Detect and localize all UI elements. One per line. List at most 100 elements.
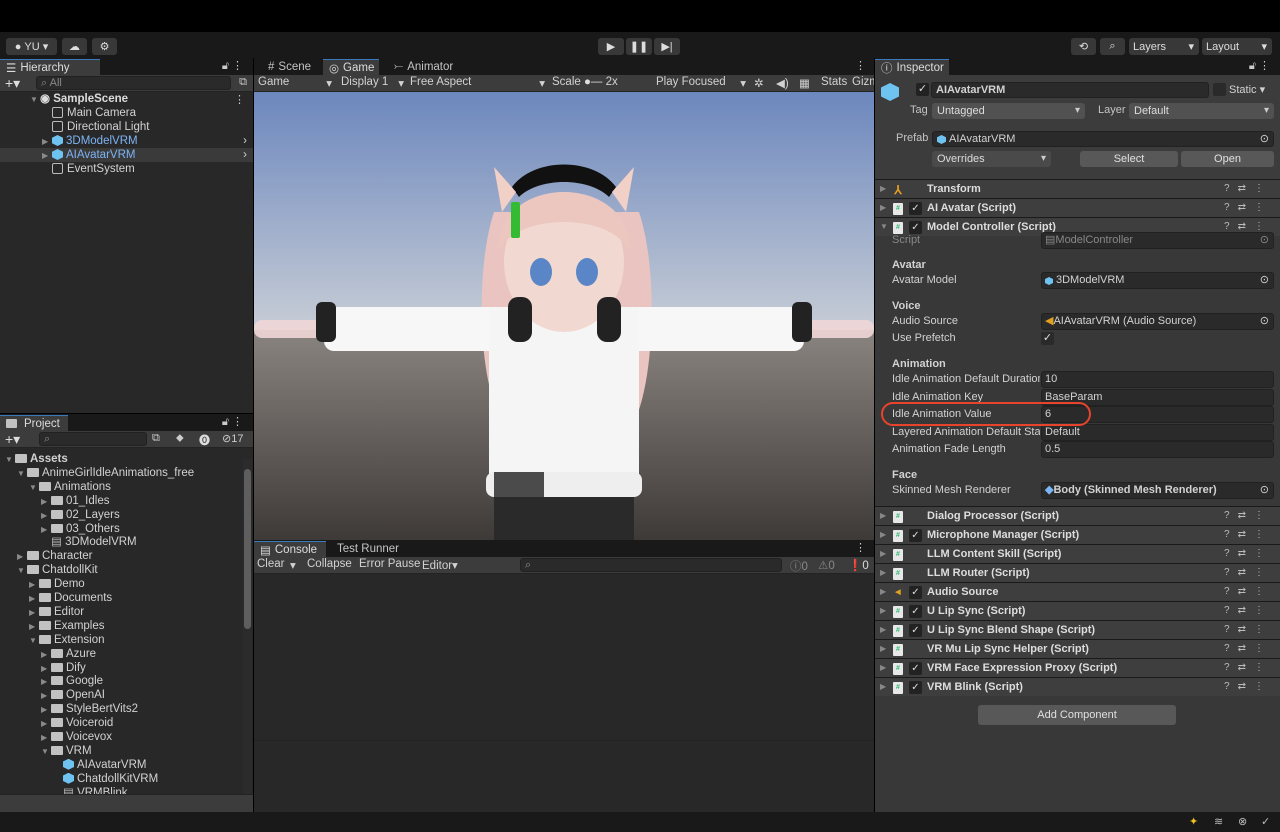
add-component-button[interactable]: Add Component [978, 705, 1176, 725]
component-header[interactable]: ▶ # ✓ AI Avatar (Script) ?⇄⋮ [875, 198, 1280, 217]
expand-arrow-icon[interactable]: ▶ [880, 199, 886, 217]
expand-arrow-icon[interactable]: ▶ [41, 717, 51, 731]
project-item[interactable]: ▶ Azure [41, 647, 96, 661]
warning-filter-toggle[interactable]: ⚠0 [818, 558, 835, 572]
step-button[interactable]: ▶| [654, 38, 680, 55]
panel-menu-icon[interactable]: 🔓︎ ⋮ [222, 415, 243, 429]
panel-menu-icon[interactable]: ⋮ [855, 541, 866, 554]
project-item[interactable]: ▼ VRM [41, 744, 92, 758]
component-tools[interactable]: ?⇄⋮ [1224, 621, 1272, 639]
cache-server-icon[interactable]: ≋ [1214, 815, 1223, 828]
tab-hierarchy[interactable]: ☰ Hierarchy [0, 59, 100, 75]
object-picker-icon[interactable]: ⊙ [1260, 233, 1269, 248]
expand-arrow-icon[interactable]: ▶ [42, 149, 52, 163]
project-item[interactable]: ▶ 03_Others [41, 522, 120, 536]
animation-field-input[interactable]: 10 [1041, 371, 1274, 388]
project-item[interactable]: ▶ Voiceroid [41, 716, 113, 730]
history-button[interactable]: ⟲ [1071, 38, 1096, 55]
slider-thumb[interactable]: ●— [584, 76, 602, 88]
hidden-packages-button[interactable]: ⊘17 [222, 432, 243, 445]
hierarchy-item[interactable]: ▶ AIAvatarVRM › [0, 148, 253, 162]
stats-button[interactable]: Stats [821, 76, 847, 88]
project-item[interactable]: ▤ 3DModelVRM [41, 535, 137, 549]
scrollbar-thumb[interactable] [244, 469, 251, 629]
expand-arrow-icon[interactable]: ▶ [41, 731, 51, 745]
expand-arrow-icon[interactable]: ▶ [41, 689, 51, 703]
expand-arrow-icon[interactable]: ▶ [41, 523, 51, 537]
component-tools[interactable]: ?⇄⋮ [1224, 564, 1272, 582]
project-item[interactable]: ▶ Documents [29, 591, 112, 605]
project-item[interactable]: ▶ Character [17, 549, 93, 563]
console-search-input[interactable]: ⌕ [520, 558, 782, 572]
play-mode-dropdown[interactable]: Play Focused ▾ [656, 76, 746, 90]
panel-menu-icon[interactable]: 🔓︎ ⋮ [1249, 59, 1270, 73]
component-tools[interactable]: ?⇄⋮ [1224, 180, 1272, 198]
prefab-field[interactable]: AIAvatarVRM ⊙ [932, 131, 1274, 147]
avatar-model-field[interactable]: 3DModelVRM ⊙ [1041, 272, 1274, 289]
scene-item[interactable]: ▼ ◉ SampleScene [30, 92, 128, 106]
pause-button[interactable]: ❚❚ [626, 38, 652, 55]
create-button[interactable]: +▾ [5, 431, 20, 447]
component-header[interactable]: ▶ # ✓ U Lip Sync (Script) ?⇄⋮ [875, 601, 1280, 620]
expand-arrow-icon[interactable]: ▼ [17, 467, 27, 481]
object-picker-icon[interactable]: ⊙ [1260, 483, 1269, 498]
hierarchy-item[interactable]: Directional Light [0, 120, 253, 134]
project-item[interactable]: ▼ ChatdollKit [17, 563, 98, 577]
component-tools[interactable]: ?⇄⋮ [1224, 545, 1272, 563]
expand-arrow-icon[interactable]: ▶ [42, 135, 52, 149]
project-item[interactable]: ▼ AnimeGirlIdleAnimations_free [17, 466, 194, 480]
project-item[interactable]: ▼ Extension [29, 633, 105, 647]
component-header[interactable]: ▶ # ✓ Microphone Manager (Script) ?⇄⋮ [875, 525, 1280, 544]
project-search-input[interactable]: ⌕ [39, 432, 147, 446]
active-checkbox[interactable]: ✓ [916, 83, 929, 96]
expand-arrow-icon[interactable]: ▶ [41, 495, 51, 509]
account-button[interactable]: ● YU ▾ [6, 38, 57, 55]
tab-inspector[interactable]: ⓘ Inspector [875, 59, 949, 75]
component-header[interactable]: ▶ # LLM Content Skill (Script) ?⇄⋮ [875, 544, 1280, 563]
component-tools[interactable]: ?⇄⋮ [1224, 583, 1272, 601]
create-button[interactable]: +▾ [5, 75, 20, 91]
hierarchy-item[interactable]: Main Camera [0, 106, 253, 120]
component-tools[interactable]: ?⇄⋮ [1224, 659, 1272, 677]
project-scrollbar[interactable] [243, 459, 252, 794]
component-header[interactable]: ▶ ◀ ✓ Audio Source ?⇄⋮ [875, 582, 1280, 601]
view-mode-dropdown[interactable]: Game ▾ [258, 76, 332, 90]
component-enabled-checkbox[interactable]: ✓ [909, 202, 922, 215]
expand-arrow-icon[interactable]: ▶ [880, 180, 886, 198]
panel-menu-icon[interactable]: ⋮ [855, 59, 866, 72]
project-item[interactable]: ▶ Demo [29, 577, 85, 591]
expand-arrow-icon[interactable]: ▼ [29, 481, 39, 495]
expand-arrow-icon[interactable]: ▶ [41, 675, 51, 689]
warning-filter-icon[interactable]: ⓿ [199, 432, 210, 448]
log-filter-toggle[interactable]: ⓘ0 [790, 558, 808, 574]
component-tools[interactable]: ?⇄⋮ [1224, 678, 1272, 696]
tab-project[interactable]: Project [0, 415, 68, 431]
display-dropdown[interactable]: Display 1 ▾ [341, 76, 404, 90]
hierarchy-search-input[interactable]: ⌕ All [36, 76, 231, 90]
game-viewport[interactable] [254, 92, 874, 540]
layer-dropdown[interactable]: Default [1129, 103, 1274, 119]
bug-icon[interactable]: ✲ [754, 76, 764, 90]
expand-arrow-icon[interactable]: ▶ [41, 509, 51, 523]
expand-arrow-icon[interactable]: ▶ [880, 507, 886, 525]
expand-arrow-icon[interactable]: ▶ [880, 621, 886, 639]
expand-arrow-icon[interactable]: ▶ [880, 583, 886, 601]
clear-button[interactable]: Clear [257, 558, 284, 570]
project-item[interactable]: ▶ 01_Idles [41, 494, 109, 508]
static-dropdown[interactable]: Static ▾ [1229, 83, 1265, 96]
tab-animator[interactable]: ⤚ Animator [388, 59, 459, 75]
expand-arrow-icon[interactable]: ▶ [880, 526, 886, 544]
expand-arrow-icon[interactable]: ▼ [41, 745, 51, 759]
component-tools[interactable]: ?⇄⋮ [1224, 640, 1272, 658]
label-icon[interactable]: ⬥ [176, 432, 184, 445]
search-button[interactable]: ⌕ [1100, 38, 1125, 55]
hierarchy-item[interactable]: ▶ 3DModelVRM › [0, 134, 253, 148]
component-tools[interactable]: ?⇄⋮ [1224, 526, 1272, 544]
component-tools[interactable]: ?⇄⋮ [1224, 602, 1272, 620]
expand-arrow-icon[interactable]: ▶ [29, 578, 39, 592]
hierarchy-item[interactable]: EventSystem [0, 162, 253, 176]
animation-field-input[interactable]: Default [1041, 423, 1274, 441]
scale-slider[interactable]: Scale ●— 2x [552, 76, 618, 88]
expand-arrow-icon[interactable]: ▶ [880, 678, 886, 696]
component-tools[interactable]: ?⇄⋮ [1224, 507, 1272, 525]
